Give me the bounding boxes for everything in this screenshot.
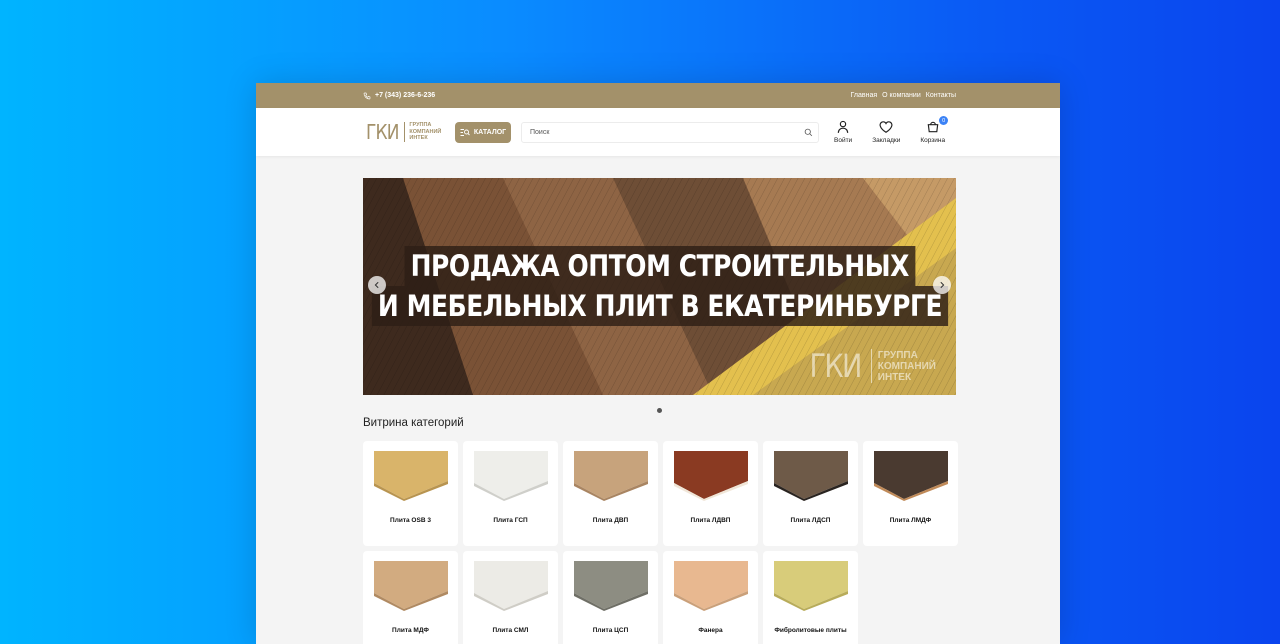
user-icon	[837, 120, 849, 133]
category-image	[573, 451, 648, 501]
bookmarks-button[interactable]: Закладки	[872, 120, 900, 144]
category-image	[473, 451, 548, 501]
login-label: Войти	[834, 137, 853, 144]
logo-mark: ГКИ	[366, 120, 399, 144]
section-title: Витрина категорий	[363, 417, 464, 429]
category-image	[473, 561, 548, 611]
watermark-divider	[870, 349, 872, 383]
category-card[interactable]: Фанера	[663, 551, 758, 644]
category-label: Плита ДВП	[592, 517, 629, 524]
watermark-mark: ГКИ	[809, 347, 862, 385]
watermark-word: КОМПАНИЙ	[877, 360, 936, 372]
logo-divider	[404, 122, 406, 142]
category-card[interactable]: Фибролитовые плиты	[763, 551, 858, 644]
category-card[interactable]: Плита ЛДСП	[763, 441, 858, 546]
phone-icon	[363, 92, 371, 99]
category-label: Фанера	[698, 627, 723, 634]
logo-words: ГРУППА КОМПАНИЙ ИНТЕК	[409, 122, 441, 142]
banner-headline: ПРОДАЖА ОПТОМ СТРОИТЕЛЬНЫХ И МЕБЕЛЬНЫХ П…	[371, 246, 948, 326]
top-bar: +7 (343) 236-6-236 Главная О компании Ко…	[256, 83, 1060, 108]
category-image	[373, 451, 448, 501]
header-actions: Войти Закладки 0 Корзина	[834, 116, 949, 144]
nav-link-contacts[interactable]: Контакты	[926, 92, 956, 99]
slider-prev-button[interactable]	[368, 276, 386, 294]
category-label: Плита ЛМДФ	[889, 517, 932, 524]
category-image	[373, 561, 448, 611]
slider-next-button[interactable]	[933, 276, 951, 294]
category-label: Плита МДФ	[392, 627, 429, 634]
header: ГКИ ГРУППА КОМПАНИЙ ИНТЕК КАТАЛОГ Войти …	[256, 108, 1060, 156]
category-image	[873, 451, 948, 501]
chevron-right-icon	[940, 281, 945, 289]
category-card[interactable]: Плита ГСП	[463, 441, 558, 546]
watermark-word: ИНТЕК	[877, 371, 912, 383]
phone-link[interactable]: +7 (343) 236-6-236	[363, 92, 435, 100]
cart-button[interactable]: 0 Корзина	[920, 116, 949, 144]
category-label: Фибролитовые плиты	[774, 627, 847, 634]
bookmarks-label: Закладки	[872, 137, 901, 144]
search-icon[interactable]	[804, 128, 813, 137]
banner-watermark-logo: ГКИ ГРУППА КОМПАНИЙ ИНТЕК	[805, 347, 936, 385]
search-bar	[521, 121, 819, 143]
category-label: Плита ЦСП	[592, 627, 629, 634]
catalog-button[interactable]: КАТАЛОГ	[455, 121, 511, 143]
category-card[interactable]: Плита ДВП	[563, 441, 658, 546]
search-input[interactable]	[530, 128, 790, 136]
category-card[interactable]: Плита ЛДВП	[663, 441, 758, 546]
catalog-search-icon	[460, 128, 470, 136]
category-grid: Плита OSB 3 Плита ГСП Плита ДВП Плита ЛДВП П…	[363, 441, 958, 644]
cart-icon	[927, 121, 939, 133]
category-label: Плита СМЛ	[492, 627, 529, 634]
cart-count-badge: 0	[939, 116, 949, 125]
top-nav: Главная О компании Контакты	[850, 92, 956, 99]
chevron-left-icon	[374, 281, 379, 289]
category-card[interactable]: Плита ЦСП	[563, 551, 658, 644]
category-label: Плита OSB 3	[390, 517, 431, 524]
category-image	[673, 451, 748, 501]
catalog-label: КАТАЛОГ	[473, 128, 507, 136]
category-image	[773, 451, 848, 501]
browser-page: +7 (343) 236-6-236 Главная О компании Ко…	[256, 83, 1060, 644]
login-button[interactable]: Войти	[834, 120, 852, 144]
category-label: Плита ГСП	[493, 517, 528, 524]
category-card[interactable]: Плита МДФ	[363, 551, 458, 644]
category-image	[673, 561, 748, 611]
logo-word: ИНТЕК	[409, 135, 428, 142]
category-label: Плита ЛДСП	[790, 517, 831, 524]
category-label: Плита ЛДВП	[690, 517, 731, 524]
banner-headline-line: ПРОДАЖА ОПТОМ СТРОИТЕЛЬНЫХ	[404, 246, 915, 286]
nav-link-about[interactable]: О компании	[882, 92, 921, 99]
watermark-words: ГРУППА КОМПАНИЙ ИНТЕК	[878, 350, 936, 383]
category-image	[573, 561, 648, 611]
heart-icon	[879, 121, 893, 133]
category-card[interactable]: Плита ЛМДФ	[863, 441, 958, 546]
nav-link-home[interactable]: Главная	[850, 92, 877, 99]
hero-banner[interactable]: ПРОДАЖА ОПТОМ СТРОИТЕЛЬНЫХ И МЕБЕЛЬНЫХ П…	[363, 178, 956, 395]
cart-label: Корзина	[920, 137, 946, 144]
category-image	[773, 561, 848, 611]
category-card[interactable]: Плита OSB 3	[363, 441, 458, 546]
phone-number: +7 (343) 236-6-236	[375, 92, 436, 99]
slider-dot[interactable]	[657, 408, 662, 413]
logo[interactable]: ГКИ ГРУППА КОМПАНИЙ ИНТЕК	[366, 120, 455, 144]
category-card[interactable]: Плита СМЛ	[463, 551, 558, 644]
watermark-word: ГРУППА	[877, 349, 918, 361]
banner-headline-line: И МЕБЕЛЬНЫХ ПЛИТ В ЕКАТЕРИНБУРГЕ	[371, 286, 948, 326]
